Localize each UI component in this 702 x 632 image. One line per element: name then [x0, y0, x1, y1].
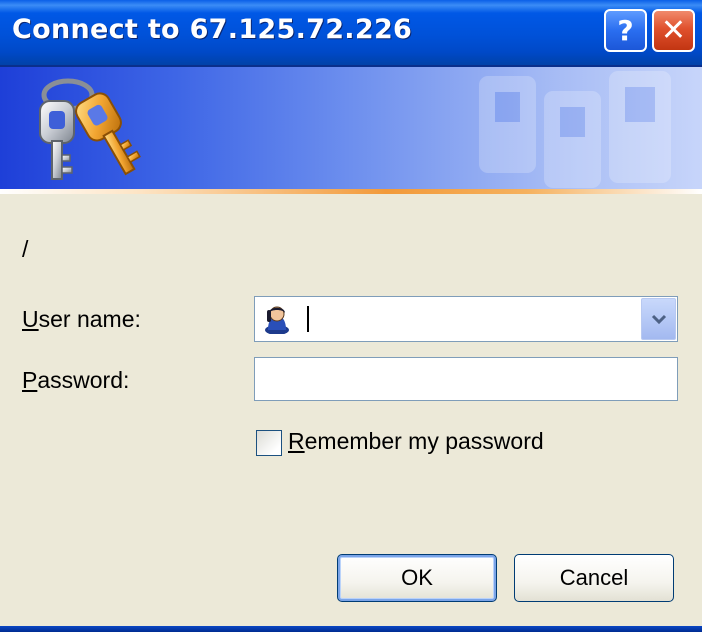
password-label-text: assword:: [37, 367, 130, 393]
password-label-accelerator: P: [22, 367, 38, 393]
window-title: Connect to 67.125.72.226: [12, 14, 413, 45]
keys-icon: [39, 78, 141, 180]
window-bottom-border: [0, 626, 702, 632]
cancel-button-label: Cancel: [559, 565, 629, 590]
remember-password-checkbox[interactable]: [256, 430, 282, 456]
close-button[interactable]: ✕: [652, 9, 695, 52]
banner-accent-stripe: [0, 189, 702, 194]
remember-password-label[interactable]: Remember my password: [288, 428, 544, 455]
username-label-accelerator: U: [22, 306, 39, 332]
close-icon: ✕: [660, 13, 687, 48]
realm-text: /: [22, 236, 29, 262]
username-dropdown-button[interactable]: [641, 298, 676, 340]
username-combobox[interactable]: [254, 296, 678, 342]
password-field[interactable]: [254, 357, 678, 401]
ok-button-label: OK: [401, 565, 433, 590]
password-label: Password:: [22, 367, 129, 394]
connect-dialog: Connect to 67.125.72.226 ? ✕ / User name…: [0, 0, 702, 632]
keys-watermark-icon: [479, 71, 671, 188]
username-label-text: ser name:: [38, 306, 141, 332]
cancel-button[interactable]: Cancel: [514, 554, 674, 602]
chevron-down-icon: [651, 314, 666, 325]
help-button[interactable]: ?: [604, 9, 647, 52]
username-label: User name:: [22, 306, 141, 333]
user-icon: [265, 306, 289, 334]
ok-button[interactable]: OK: [337, 554, 497, 602]
remember-label-accelerator: R: [288, 428, 305, 454]
dialog-banner: [0, 67, 702, 189]
remember-label-text: emember my password: [304, 428, 544, 454]
title-bar[interactable]: Connect to 67.125.72.226 ? ✕: [0, 0, 702, 67]
text-caret: [307, 306, 309, 332]
help-icon: ?: [617, 14, 634, 47]
